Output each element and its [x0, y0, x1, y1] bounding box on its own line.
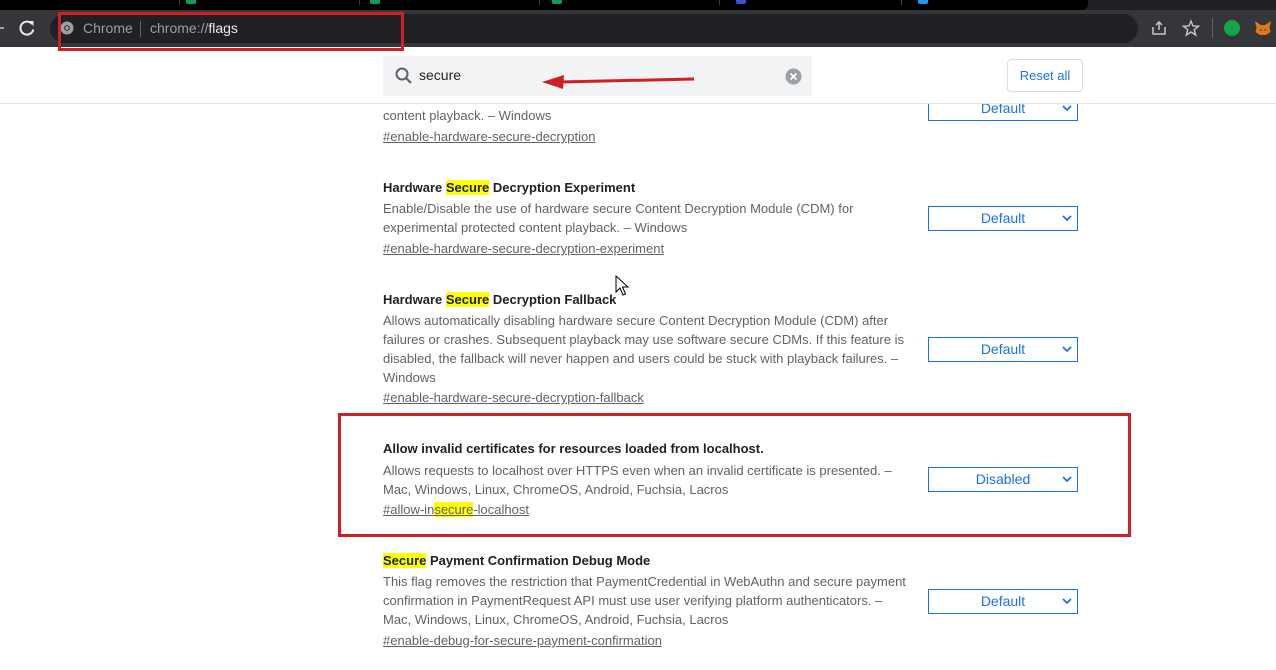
select-value: Default: [980, 593, 1026, 609]
title-text: Payment Confirmation Debug Mode: [426, 553, 651, 568]
extension-grammarly-icon[interactable]: [1224, 20, 1240, 36]
link-text: #allow-in: [383, 502, 435, 517]
experiment-description: content playback. – Windows: [383, 108, 552, 123]
experiment-link[interactable]: #enable-hardware-secure-decryption-fallb…: [383, 390, 644, 405]
reset-all-button[interactable]: Reset all: [1007, 59, 1083, 92]
chrome-flags-page: Chrome chrome://flags secure Reset all c…: [0, 0, 1276, 670]
link-text: -localhost: [473, 502, 529, 517]
select-value: Disabled: [975, 471, 1031, 487]
omnibox-separator: [140, 21, 141, 37]
experiment-select[interactable]: Default: [928, 337, 1078, 362]
annotation-arrow: [542, 75, 695, 89]
chevron-down-icon: [1062, 105, 1072, 112]
reload-icon[interactable]: [16, 17, 38, 39]
tab[interactable]: [722, 0, 902, 5]
chevron-down-icon: [1062, 346, 1072, 353]
chevron-down-icon: [1062, 215, 1072, 222]
experiment-title: Hardware Secure Decryption Fallback: [383, 292, 616, 307]
select-value: Default: [980, 210, 1026, 226]
title-text: Hardware: [383, 180, 446, 195]
title-text: Hardware: [383, 292, 446, 307]
experiment-link[interactable]: #enable-hardware-secure-decryption-exper…: [383, 241, 664, 256]
browser-toolbar: Chrome chrome://flags: [0, 10, 1276, 47]
search-highlight: secure: [434, 502, 474, 517]
experiment-description: This flag removes the restriction that P…: [383, 574, 906, 627]
experiment-link[interactable]: #enable-debug-for-secure-payment-confirm…: [383, 633, 662, 648]
omnibox-url[interactable]: chrome://flags: [150, 20, 238, 36]
experiment-select[interactable]: Disabled: [928, 467, 1078, 492]
title-text: Decryption Fallback: [489, 292, 617, 307]
back-arrow-icon[interactable]: [0, 23, 4, 33]
search-icon: [395, 67, 412, 84]
url-scheme: chrome://: [150, 20, 209, 36]
metamask-fox-icon[interactable]: [1254, 19, 1272, 37]
tab[interactable]: [180, 0, 360, 5]
experiment-description: Enable/Disable the use of hardware secur…: [383, 201, 854, 235]
experiment-select[interactable]: Default: [928, 589, 1078, 614]
clear-icon[interactable]: [785, 68, 802, 85]
tab[interactable]: [540, 0, 720, 5]
tab-bar: [0, 0, 1088, 10]
extension-divider: [1212, 18, 1213, 38]
omnibox-chip: Chrome: [83, 20, 133, 36]
search-input[interactable]: secure: [419, 67, 461, 83]
tab[interactable]: [360, 0, 540, 5]
share-icon[interactable]: [1150, 19, 1168, 37]
search-highlight: Secure: [445, 292, 490, 307]
search-highlight: Secure: [445, 180, 490, 195]
star-icon[interactable]: [1182, 19, 1200, 37]
experiment-title: Secure Payment Confirmation Debug Mode: [383, 553, 650, 568]
mouse-cursor-icon: [615, 275, 629, 296]
experiment-link[interactable]: #allow-insecure-localhost: [383, 502, 529, 517]
tab-strip: [0, 0, 1276, 10]
experiment-title: Allow invalid certificates for resources…: [383, 441, 764, 456]
url-host: flags: [208, 20, 238, 36]
chevron-down-icon: [1062, 598, 1072, 605]
title-text: Decryption Experiment: [489, 180, 636, 195]
experiment-select[interactable]: Default: [928, 206, 1078, 231]
experiment-link[interactable]: #enable-hardware-secure-decryption: [383, 129, 595, 144]
tab-favicon: [918, 0, 928, 4]
search-highlight: Secure: [383, 553, 427, 568]
omnibox[interactable]: Chrome chrome://flags: [50, 14, 1138, 43]
experiment-description: Allows automatically disabling hardware …: [383, 313, 904, 385]
chevron-down-icon: [1062, 476, 1072, 483]
chrome-logo-icon: [60, 21, 74, 35]
tab[interactable]: [0, 0, 180, 5]
experiment-description: Allows requests to localhost over HTTPS …: [383, 463, 892, 497]
experiment-title: Hardware Secure Decryption Experiment: [383, 180, 635, 195]
select-value: Default: [980, 341, 1026, 357]
